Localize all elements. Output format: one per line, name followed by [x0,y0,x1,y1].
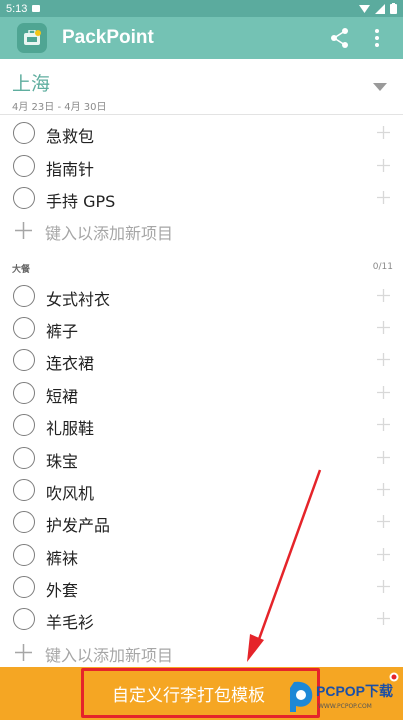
list-item[interactable]: 裤子 [0,312,403,344]
trip-name: 上海 [12,73,51,95]
item-checkbox[interactable] [13,414,35,436]
item-checkbox[interactable] [13,285,35,307]
add-item-row[interactable]: 键入以添加新项目 [0,636,403,668]
wifi-icon [359,4,370,13]
plus-icon[interactable] [377,515,390,528]
item-label: 裤子 [46,322,79,341]
add-icon[interactable] [15,222,32,239]
trip-selector[interactable]: 上海 4月 23日 - 4月 30日 [0,59,403,115]
item-checkbox[interactable] [13,447,35,469]
item-label: 指南针 [46,160,95,179]
plus-icon[interactable] [377,159,390,172]
list-item[interactable]: 外套 [0,571,403,603]
item-label: 吹风机 [46,484,95,503]
plus-icon[interactable] [377,386,390,399]
plus-icon[interactable] [377,353,390,366]
more-options-icon[interactable] [369,27,385,49]
item-checkbox[interactable] [13,349,35,371]
plus-icon[interactable] [377,126,390,139]
list-item[interactable]: 连衣裙 [0,344,403,376]
item-label: 手持 GPS [46,192,116,211]
item-label: 女式衬衣 [46,290,111,309]
item-checkbox[interactable] [13,608,35,630]
notification-icon [32,5,41,12]
list-item[interactable]: 礼服鞋 [0,409,403,441]
share-icon[interactable] [329,27,351,49]
watermark-logo-icon [290,681,313,712]
battery-icon [390,3,397,14]
item-label: 护发产品 [46,516,111,535]
add-item-row[interactable]: 键入以添加新项目 [0,214,403,246]
item-checkbox[interactable] [13,544,35,566]
status-time: 5:13 [6,2,28,15]
section-header: 大餐 0/11 [0,262,403,276]
plus-icon[interactable] [377,321,390,334]
list-item[interactable]: 手持 GPS [0,182,403,214]
plus-icon[interactable] [377,418,390,431]
list-item[interactable]: 护发产品 [0,506,403,538]
app-title: PackPoint [62,27,154,48]
list-item[interactable]: 羊毛衫 [0,603,403,635]
plus-icon[interactable] [377,191,390,204]
item-label: 羊毛衫 [46,613,95,632]
plus-icon[interactable] [377,451,390,464]
list-item[interactable]: 女式衬衣 [0,280,403,312]
item-checkbox[interactable] [13,317,35,339]
item-label: 裤袜 [46,549,79,568]
watermark-text: PCPOP下载 [316,683,394,699]
list-item[interactable]: 指南针 [0,150,403,182]
item-label: 急救包 [46,127,95,146]
add-icon[interactable] [15,644,32,661]
item-checkbox[interactable] [13,382,35,404]
plus-icon[interactable] [377,612,390,625]
section-title: 大餐 [12,265,31,275]
watermark: PCPOP下载 WWW.PCPOP.COM [284,676,403,720]
item-checkbox[interactable] [13,155,35,177]
packing-list: 急救包 指南针 手持 GPS 键入以添加新项目 大餐 0/11 女式衬衣 裤子 … [0,116,403,668]
plus-icon[interactable] [377,548,390,561]
watermark-subtext: WWW.PCPOP.COM [318,703,372,710]
list-item[interactable]: 珠宝 [0,442,403,474]
add-item-input[interactable]: 键入以添加新项目 [45,642,173,666]
app-bar: PackPoint [0,17,403,59]
signal-icon [375,3,385,14]
item-checkbox[interactable] [13,122,35,144]
item-label: 连衣裙 [46,354,95,373]
item-label: 礼服鞋 [46,419,95,438]
item-checkbox[interactable] [13,479,35,501]
list-item[interactable]: 吹风机 [0,474,403,506]
list-item[interactable]: 急救包 [0,117,403,149]
trip-dates: 4月 23日 - 4月 30日 [12,102,107,113]
plus-icon[interactable] [377,289,390,302]
list-item[interactable]: 短裙 [0,377,403,409]
item-label: 珠宝 [46,452,79,471]
item-checkbox[interactable] [13,576,35,598]
item-checkbox[interactable] [13,511,35,533]
plus-icon[interactable] [377,580,390,593]
dropdown-arrow-icon[interactable] [373,82,387,92]
item-label: 外套 [46,581,79,600]
plus-icon[interactable] [377,483,390,496]
status-bar: 5:13 [0,0,403,17]
item-label: 短裙 [46,387,79,406]
add-item-input[interactable]: 键入以添加新项目 [45,220,173,244]
app-logo-icon [17,23,47,53]
section-count: 0/11 [372,262,393,272]
list-item[interactable]: 裤袜 [0,539,403,571]
item-checkbox[interactable] [13,187,35,209]
